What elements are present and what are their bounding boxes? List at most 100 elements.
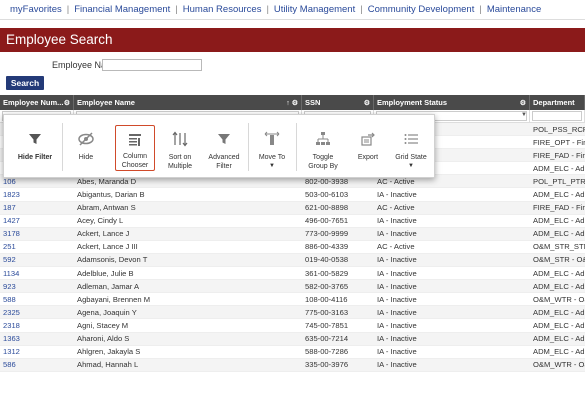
search-row: Employee Name (0, 58, 585, 72)
cell-employee-number[interactable]: 251 (0, 242, 74, 251)
cell-department: ADM_ELC - Adm (533, 163, 585, 173)
chevron-down-icon: ▼ (269, 163, 275, 169)
cell-employment-status: IA - Inactive (377, 360, 417, 370)
hide-label: Hide (78, 154, 94, 161)
cell-employee-name: Ackert, Lance J (77, 229, 130, 239)
table-row[interactable]: 1134 Adelblue, Julie B 361-00-5829 IA - Ina… (0, 267, 585, 281)
nav-utility-management[interactable]: Utility Management (274, 4, 355, 15)
advanced-filter-label-1: Advanced (208, 154, 240, 161)
cell-employee-number[interactable]: 1363 (0, 334, 74, 343)
sort-multiple-label-2: Multiple (167, 163, 193, 170)
table-row[interactable]: 592 Adamsonis, Devon T 019-40-0538 IA - Ina… (0, 253, 585, 268)
cell-employee-name: Ahlgren, Jakayla S (77, 347, 141, 357)
table-row[interactable]: 2318 Agni, Stacey M 745-00-7851 IA - Inacti… (0, 319, 585, 333)
hide-filter-label: Hide Filter (17, 154, 53, 161)
nav-my-favorites[interactable]: myFavorites (10, 4, 62, 15)
table-row[interactable]: 586 Ahmad, Hannah L 335-00-3976 IA - Inacti… (0, 358, 585, 372)
cell-employee-number[interactable]: 586 (0, 360, 74, 369)
table-row[interactable]: 1427 Acey, Cindy L 496-00-7651 IA - Inactiv… (0, 215, 585, 228)
nav-human-resources[interactable]: Human Resources (183, 4, 262, 15)
cell-employee-number[interactable]: 1312 (0, 347, 74, 356)
cell-employee-name: Abram, Antwan S (77, 203, 136, 213)
column-header-department[interactable]: Department (530, 95, 585, 110)
sort-multiple-button[interactable]: Sort on Multiple (159, 115, 201, 179)
column-header-label: SSN (305, 98, 321, 107)
cell-employment-status: AC - Active (377, 242, 415, 252)
cell-employee-number[interactable]: 1823 (0, 190, 74, 199)
cell-employee-name: Adleman, Jamar A (77, 281, 140, 291)
table-row[interactable]: 1363 Aharoni, Aldo S 635-00-7214 IA - Inact… (0, 332, 585, 346)
cell-employee-number[interactable]: 1427 (0, 216, 74, 225)
grid-state-label: Grid State (395, 154, 427, 161)
column-chooser-button[interactable]: Column Chooser (115, 125, 155, 171)
cell-employment-status: IA - Inactive (377, 268, 417, 278)
table-row[interactable]: 2325 Agena, Joaquin Y 775-00-3163 IA - Inac… (0, 306, 585, 320)
filter-input[interactable] (532, 111, 582, 121)
sort-arrows-icon (172, 127, 188, 151)
cell-ssn: 503-00-6103 (305, 190, 349, 200)
table-row[interactable]: 1823 Abigantus, Darian B 503-00-6103 IA - I… (0, 188, 585, 202)
cell-employee-number[interactable]: 923 (0, 282, 74, 291)
cell-employee-number[interactable]: 2318 (0, 321, 74, 330)
eye-slash-icon (77, 127, 95, 151)
table-row[interactable]: 923 Adleman, Jamar A 582-00-3765 IA - Inact… (0, 280, 585, 294)
cell-department: ADM_ELC - Adm (533, 229, 585, 239)
gear-icon[interactable]: ⚙ (64, 99, 70, 107)
advanced-filter-button[interactable]: Advanced Filter (204, 115, 244, 179)
cell-employment-status: IA - Inactive (377, 320, 417, 330)
cell-ssn: 019-40-0538 (305, 255, 349, 265)
top-navigation: myFavorites | Financial Management | Hum… (0, 0, 585, 20)
cell-employee-number[interactable]: 592 (0, 255, 74, 264)
cell-employee-number[interactable]: 3178 (0, 229, 74, 238)
move-to-button[interactable]: Move To ▼ (254, 115, 290, 179)
cell-ssn: 496-00-7651 (305, 216, 349, 226)
table-row[interactable]: 588 Agbayani, Brennen M 108-00-4116 IA - In… (0, 293, 585, 307)
hierarchy-icon (315, 127, 331, 151)
cell-employee-number[interactable]: 2325 (0, 308, 74, 317)
nav-financial-management[interactable]: Financial Management (74, 4, 170, 15)
table-row[interactable]: 251 Ackert, Lance J III 886-00-4339 AC - Ac… (0, 241, 585, 254)
cell-ssn: 621-00-8898 (305, 203, 349, 213)
gear-icon[interactable]: ⚙ (520, 99, 526, 107)
column-header-label: Employment Status (377, 98, 448, 107)
toggle-group-by-button[interactable]: Toggle Group By (302, 115, 344, 179)
search-button[interactable]: Search (6, 76, 44, 90)
sort-and-gear-icon[interactable]: ↑ ⚙ (286, 99, 298, 107)
toolbar-divider (248, 123, 249, 171)
cell-department: O&M_WTR - O&M (533, 360, 585, 370)
column-header-employment-status[interactable]: Employment Status ⚙ (374, 95, 530, 110)
cell-ssn: 335-00-3976 (305, 360, 349, 370)
cell-department: ADM_ELC - Adm (533, 190, 585, 200)
employee-name-input[interactable] (102, 59, 202, 71)
table-row[interactable]: 187 Abram, Antwan S 621-00-8898 AC - Active… (0, 201, 585, 215)
grid-state-button[interactable]: Grid State ▼ (390, 115, 432, 179)
cell-employee-number[interactable]: 187 (0, 203, 74, 212)
table-row[interactable]: 3178 Ackert, Lance J 773-00-9999 IA - Inact… (0, 227, 585, 241)
cell-employment-status: IA - Inactive (377, 216, 417, 226)
chevron-down-icon[interactable]: ▼ (521, 112, 527, 118)
cell-ssn: 582-00-3765 (305, 281, 349, 291)
hide-filter-button[interactable]: Hide Filter (10, 115, 60, 179)
cell-employee-name: Agni, Stacey M (77, 320, 129, 330)
column-header-employee-number[interactable]: Employee Num... ⚙ (0, 95, 74, 110)
hide-button[interactable]: Hide (66, 115, 106, 179)
gear-icon[interactable]: ⚙ (364, 99, 370, 107)
column-header-label: Department (533, 98, 575, 107)
nav-community-development[interactable]: Community Development (368, 4, 475, 15)
export-button[interactable]: Export (350, 115, 386, 179)
cell-employee-number[interactable]: 588 (0, 295, 74, 304)
filter-cell-department[interactable] (530, 110, 585, 122)
cell-department: POL_PTL_PTRL (533, 176, 585, 186)
table-row[interactable]: 1312 Ahlgren, Jakayla S 588-00-7286 IA - In… (0, 346, 585, 359)
cell-ssn: 886-00-4339 (305, 242, 349, 252)
funnel-icon (217, 127, 231, 151)
nav-maintenance[interactable]: Maintenance (487, 4, 541, 15)
cell-department: FIRE_FAD - Fire/ (533, 203, 585, 213)
column-header-ssn[interactable]: SSN ⚙ (302, 95, 374, 110)
move-column-icon (264, 127, 280, 151)
cell-department: O&M_STR - O&M (533, 255, 585, 265)
column-header-employee-name[interactable]: Employee Name ↑ ⚙ (74, 95, 302, 110)
cell-employee-number[interactable]: 1134 (0, 269, 74, 278)
cell-employee-name: Agena, Joaquin Y (77, 307, 137, 317)
column-header-label: Employee Name (77, 98, 135, 107)
